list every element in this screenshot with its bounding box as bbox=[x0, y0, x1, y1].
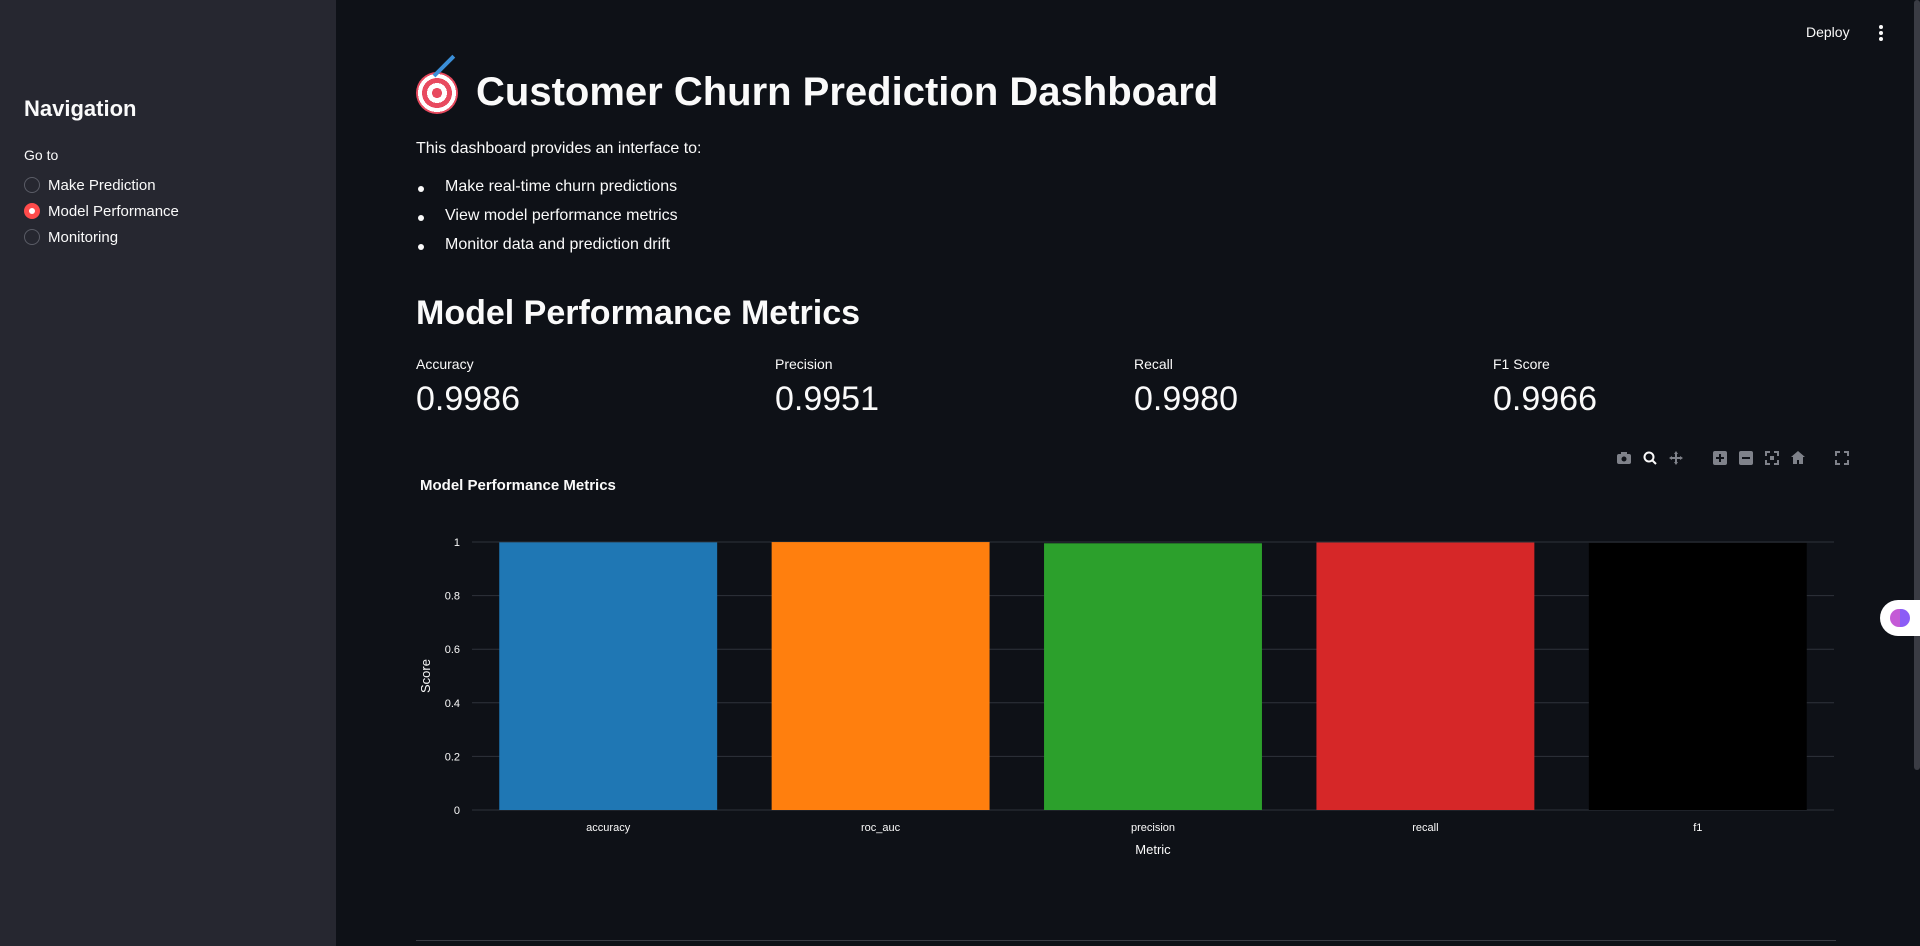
deploy-button[interactable]: Deploy bbox=[1806, 24, 1850, 40]
bar bbox=[771, 542, 990, 810]
metric-label: Precision bbox=[775, 356, 833, 372]
metric-label: Accuracy bbox=[416, 356, 474, 372]
radio-label: Monitoring bbox=[48, 228, 119, 246]
radio-monitoring[interactable]: Monitoring bbox=[24, 224, 179, 250]
metrics-row: Accuracy 0.9986 Precision 0.9951 Recall … bbox=[416, 356, 1852, 419]
metric-label: F1 Score bbox=[1493, 356, 1550, 372]
target-icon bbox=[416, 71, 458, 114]
bar bbox=[1044, 543, 1262, 810]
bar bbox=[1316, 542, 1535, 810]
scrollbar[interactable] bbox=[1914, 0, 1920, 770]
title-row: Customer Churn Prediction Dashboard bbox=[416, 70, 1218, 115]
reset-axes-icon[interactable] bbox=[1790, 450, 1806, 466]
chart-svg: 0 0.2 0.4 0.6 0.8 1 accuracy roc_auc precision re… bbox=[418, 537, 1834, 857]
chart-toolbar bbox=[1616, 450, 1850, 466]
radio-button[interactable] bbox=[24, 177, 40, 193]
intro-text: This dashboard provides an interface to: bbox=[416, 140, 702, 157]
metric-value: 0.9951 bbox=[775, 380, 879, 418]
list-item: Monitor data and prediction drift bbox=[416, 236, 678, 265]
metric-label: Recall bbox=[1134, 356, 1173, 372]
zoom-in-icon[interactable] bbox=[1712, 450, 1728, 466]
x-tick-label: roc_auc bbox=[861, 822, 901, 834]
sidebar-title: Navigation bbox=[24, 96, 137, 121]
pan-icon[interactable] bbox=[1668, 450, 1684, 466]
autoscale-icon[interactable] bbox=[1764, 450, 1780, 466]
y-axis-label: Score bbox=[418, 659, 433, 693]
camera-icon[interactable] bbox=[1616, 450, 1632, 466]
fullscreen-icon[interactable] bbox=[1834, 450, 1850, 466]
y-tick-label: 0 bbox=[454, 805, 460, 817]
chart-title: Model Performance Metrics bbox=[420, 477, 616, 494]
x-tick-label: f1 bbox=[1693, 822, 1702, 834]
radio-group-label: Go to bbox=[24, 147, 59, 163]
metric-recall: Recall 0.9980 bbox=[1134, 356, 1493, 419]
metric-value: 0.9980 bbox=[1134, 380, 1238, 418]
x-tick-label: recall bbox=[1412, 822, 1438, 834]
x-tick-label: accuracy bbox=[586, 822, 631, 834]
vertical-dots-icon[interactable] bbox=[1874, 22, 1888, 44]
radio-button[interactable] bbox=[24, 229, 40, 245]
y-tick-label: 1 bbox=[454, 537, 460, 549]
radio-make-prediction[interactable]: Make Prediction bbox=[24, 172, 179, 198]
bar bbox=[1588, 542, 1807, 810]
zoom-icon[interactable] bbox=[1642, 450, 1658, 466]
y-tick-label: 0.8 bbox=[445, 591, 460, 603]
list-item: Make real-time churn predictions bbox=[416, 178, 678, 207]
bar bbox=[499, 542, 718, 810]
y-tick-label: 0.2 bbox=[445, 751, 460, 763]
bar-chart: Model Performance Metrics 0 0.2 0.4 0.6 0.8 1… bbox=[416, 470, 1836, 870]
radio-button[interactable] bbox=[24, 203, 40, 219]
radio-model-performance[interactable]: Model Performance bbox=[24, 198, 179, 224]
zoom-out-icon[interactable] bbox=[1738, 450, 1754, 466]
floating-assistant-button[interactable] bbox=[1880, 600, 1920, 636]
metric-precision: Precision 0.9951 bbox=[775, 356, 1134, 419]
feature-list: Make real-time churn predictions View mo… bbox=[416, 178, 678, 265]
list-item: View model performance metrics bbox=[416, 207, 678, 236]
page-title: Customer Churn Prediction Dashboard bbox=[476, 70, 1219, 114]
metric-accuracy: Accuracy 0.9986 bbox=[416, 356, 775, 419]
navigation-radio-group: Make Prediction Model Performance Monito… bbox=[24, 172, 179, 250]
metric-f1-score: F1 Score 0.9966 bbox=[1493, 356, 1852, 419]
y-tick-label: 0.4 bbox=[445, 698, 460, 710]
divider bbox=[416, 940, 1836, 941]
radio-label: Make Prediction bbox=[48, 176, 156, 194]
x-tick-label: precision bbox=[1131, 822, 1175, 834]
metric-value: 0.9966 bbox=[1493, 380, 1597, 418]
y-tick-label: 0.6 bbox=[445, 644, 460, 656]
x-axis-label: Metric bbox=[1135, 842, 1171, 857]
sidebar: Navigation Go to Make Prediction Model P… bbox=[0, 0, 336, 946]
radio-label: Model Performance bbox=[48, 202, 179, 220]
metric-value: 0.9986 bbox=[416, 380, 520, 418]
section-title: Model Performance Metrics bbox=[416, 294, 861, 332]
brain-icon bbox=[1890, 609, 1910, 627]
